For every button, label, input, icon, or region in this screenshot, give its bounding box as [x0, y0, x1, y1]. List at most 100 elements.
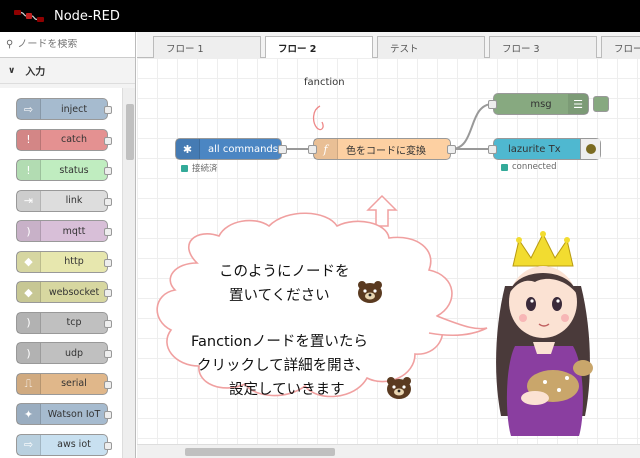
output-port [104, 167, 112, 175]
search-input[interactable] [17, 39, 118, 50]
bubble-text-line: クリックして詳細を開き、 [197, 358, 370, 374]
output-port [104, 380, 112, 389]
node-red-logo-icon [14, 8, 44, 24]
wave-icon: ) [17, 221, 41, 241]
tab-flow-1[interactable]: フロー 1 [153, 36, 261, 58]
node-label: all commands [208, 143, 278, 155]
node-status: 接続済 [181, 162, 218, 174]
wire[interactable] [450, 103, 494, 150]
debug-msg-node[interactable]: msg ☰ [488, 93, 589, 115]
arrow-right-icon: ⇨ [17, 99, 41, 119]
tab-label: フロー [614, 43, 640, 55]
palette-node-http[interactable]: ◆ http [16, 250, 112, 273]
bubble-text-line: 設定していきます [229, 382, 345, 398]
globe-icon: ◆ [17, 282, 41, 302]
output-port [104, 289, 112, 297]
all-commands-node[interactable]: ✱ all commands [175, 138, 287, 160]
wave-icon: ) [17, 343, 41, 363]
palette-node-label: websocket [48, 286, 100, 298]
search-icon: ⚲ [6, 39, 14, 50]
palette-node-label: Watson IoT [47, 408, 101, 420]
palette-node-aws-iot[interactable]: ⇨ aws iot [16, 433, 112, 456]
palette-node-list: ⇨ inject! catch ! status ⇥ link ) mqtt ◆ http ◆ webs… [0, 88, 122, 458]
node-label: 色をコードに変換 [346, 145, 426, 157]
input-port[interactable] [488, 100, 497, 109]
palette-node-mqtt[interactable]: ) mqtt [16, 220, 112, 242]
output-port[interactable] [278, 145, 287, 154]
output-port [104, 228, 112, 236]
watson-icon: ✦ [17, 404, 41, 424]
tab-label: フロー 1 [166, 43, 204, 55]
status-text: 接続済 [192, 164, 218, 174]
workspace-tabs: フロー 1 フロー 2 テスト フロー 3 フロー [137, 32, 640, 59]
watson-icon: ✱ [176, 139, 200, 159]
list-icon: ☰ [568, 94, 588, 114]
palette-node-inject[interactable]: ⇨ inject [16, 98, 112, 120]
palette-scrollbar[interactable] [122, 88, 135, 458]
category-header-input[interactable]: ∨ 入力 [0, 58, 135, 84]
chevron-down-icon: ∨ [8, 65, 16, 76]
link-icon: ⇥ [17, 190, 41, 211]
category-label: 入力 [25, 67, 46, 78]
output-port[interactable] [447, 145, 456, 154]
annotation-label: fanction [304, 77, 345, 88]
lazurite-icon [580, 139, 600, 159]
debug-toggle-button[interactable] [593, 96, 609, 112]
princess-illustration [496, 231, 593, 436]
tab-flow-3[interactable]: フロー 3 [489, 36, 597, 58]
input-port[interactable] [308, 145, 317, 154]
palette-node-udp[interactable]: ) udp [16, 342, 112, 364]
palette-node-label: catch [60, 134, 87, 145]
node-label: lazurite Tx [508, 143, 561, 155]
palette-sidebar: ⚲ ∨ 入力 ⇨ inject! catch! status ⇥ link) mqtt ◆ ht… [0, 32, 136, 458]
input-port[interactable] [488, 145, 497, 154]
tab-flow-2[interactable]: フロー 2 [265, 36, 373, 59]
palette-node-label: status [59, 164, 89, 176]
palette-node-tcp[interactable]: ) tcp [16, 311, 112, 334]
output-port [104, 411, 112, 419]
bubble-text-line: 置いてください [229, 288, 330, 304]
arrow-right-icon: ⇨ [17, 434, 41, 455]
flow-canvas[interactable]: fanction ✱ all commands 接続済 f 色をコードに変換 m… [137, 58, 640, 444]
canvas-horizontal-scrollbar[interactable] [137, 444, 640, 458]
bear-icon [387, 377, 411, 399]
output-port [104, 319, 112, 328]
bubble-text-line: このようにノードを [219, 264, 350, 280]
output-port [104, 441, 112, 450]
palette-node-label: serial [61, 378, 87, 389]
palette-node-websocket[interactable]: ◆ websocket [16, 281, 112, 303]
output-port [104, 106, 112, 114]
output-port [104, 136, 112, 145]
lazurite-tx-node[interactable]: lazurite Tx [488, 138, 601, 160]
palette-scroll-thumb[interactable] [126, 104, 134, 160]
palette-node-status[interactable]: ! status [16, 159, 112, 181]
annotation-mark [312, 105, 324, 131]
output-port [104, 258, 112, 267]
app-title: Node-RED [54, 8, 120, 24]
palette-node-label: link [65, 195, 83, 206]
output-port [104, 197, 112, 206]
serial-icon: ⎍ [17, 373, 41, 394]
palette-node-label: http [64, 256, 84, 267]
palette-node-watson-iot[interactable]: ✦ Watson IoT [16, 403, 112, 425]
tab-label: フロー 3 [502, 43, 540, 55]
palette-node-link[interactable]: ⇥ link [16, 189, 112, 212]
palette-node-label: inject [60, 103, 88, 115]
status-dot-icon [181, 164, 188, 172]
node-status: connected [501, 162, 557, 172]
exclamation-icon: ! [17, 129, 41, 150]
tab-label: フロー 2 [278, 44, 317, 55]
tab-flow-partial[interactable]: フロー [601, 36, 640, 58]
status-dot-icon [501, 163, 508, 171]
header-bar: Node-RED [0, 0, 640, 32]
tab-test[interactable]: テスト [377, 36, 485, 58]
palette-node-label: tcp [66, 317, 82, 328]
bubble-text-line: Fanctionノードを置いたら [191, 334, 368, 350]
node-red-window: Node-RED ⚲ ∨ 入力 ⇨ inject! catch ! status ⇥ lin… [0, 0, 640, 458]
palette-node-serial[interactable]: ⎍ serial [16, 372, 112, 395]
function-node[interactable]: f 色をコードに変換 [308, 138, 456, 160]
palette-node-catch[interactable]: ! catch [16, 128, 112, 151]
palette-node-label: aws iot [57, 439, 91, 450]
canvas-scroll-thumb[interactable] [185, 448, 335, 456]
palette-search: ⚲ [0, 32, 135, 58]
